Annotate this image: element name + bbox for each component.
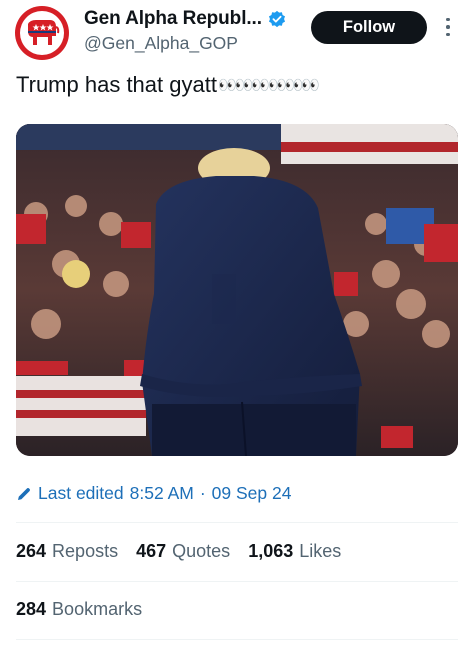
tweet-body: Trump has that gyatt: [16, 72, 217, 97]
edited-time: 8:52 AM: [129, 483, 194, 503]
author-handle[interactable]: @Gen_Alpha_GOP: [84, 33, 238, 54]
divider: [16, 522, 458, 523]
tweet-photo[interactable]: [16, 124, 458, 456]
avatar[interactable]: [15, 6, 69, 60]
verified-badge-icon: [268, 10, 285, 28]
quotes-count: 467: [136, 541, 167, 561]
divider: [16, 639, 458, 640]
last-edited-link[interactable]: Last edited 8:52 AM · 09 Sep 24: [16, 483, 291, 504]
engagement-stats: 264 Reposts 467 Quotes 1,063 Likes: [16, 541, 341, 562]
bookmarks-stat[interactable]: 284 Bookmarks: [16, 599, 142, 620]
quotes-label: Quotes: [172, 541, 231, 561]
bookmarks-count: 284: [16, 599, 47, 619]
tweet-text: Trump has that gyatt 👀👀👀👀👀👀: [16, 72, 320, 98]
more-options-icon[interactable]: [441, 14, 455, 40]
eyes-emoji: 👀👀👀👀👀👀: [217, 77, 320, 94]
display-name[interactable]: Gen Alpha Republ...: [84, 8, 262, 30]
likes-count: 1,063: [248, 541, 294, 561]
reposts-stat[interactable]: 264 Reposts: [16, 541, 118, 562]
edited-label: Last edited: [38, 483, 124, 503]
likes-stat[interactable]: 1,063 Likes: [248, 541, 341, 562]
author-name-row[interactable]: Gen Alpha Republ...: [84, 8, 286, 30]
gop-elephant-icon: [20, 11, 64, 55]
edited-date: 09 Sep 24: [211, 483, 292, 503]
quotes-stat[interactable]: 467 Quotes: [136, 541, 230, 562]
divider: [16, 581, 458, 582]
edited-separator: ·: [199, 483, 206, 503]
bookmarks-label: Bookmarks: [52, 599, 143, 619]
pencil-icon: [18, 487, 30, 500]
follow-button[interactable]: Follow: [311, 11, 427, 44]
likes-label: Likes: [299, 541, 342, 561]
reposts-label: Reposts: [52, 541, 119, 561]
reposts-count: 264: [16, 541, 47, 561]
